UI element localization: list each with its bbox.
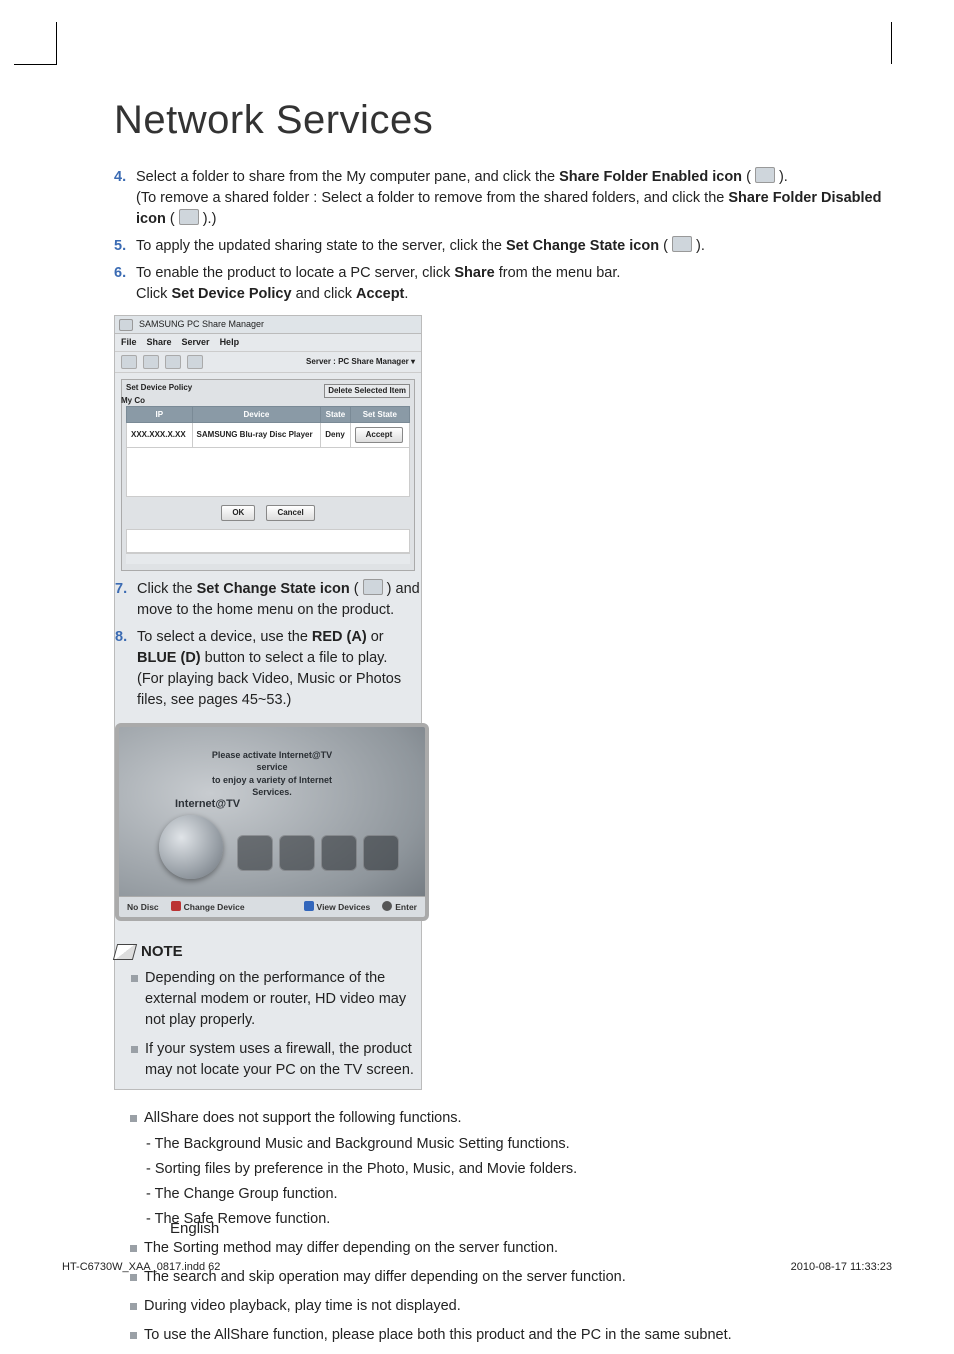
table-row[interactable]: XXX.XXX.X.XX SAMSUNG Blu-ray Disc Player… xyxy=(127,423,410,448)
sidebar-label: My Co xyxy=(121,395,145,407)
page-title: Network Services xyxy=(114,98,892,143)
menubar: File Share Server Help xyxy=(115,334,421,352)
pc-share-manager-screenshot: SAMSUNG PC Share Manager File Share Serv… xyxy=(114,315,422,1090)
accept-button[interactable]: Accept xyxy=(355,427,404,443)
action-bar: No Disc Change Device View Devices Enter xyxy=(119,896,425,917)
toolbar-icon[interactable] xyxy=(165,355,181,369)
toolbar-icon[interactable] xyxy=(121,355,137,369)
scrollbar[interactable] xyxy=(126,553,410,564)
server-label[interactable]: Server : PC Share Manager ▾ xyxy=(306,356,415,368)
share-enabled-icon xyxy=(755,167,775,183)
crop-mark xyxy=(14,22,57,65)
right-column: AllShare does not support the following … xyxy=(114,1108,892,1345)
note-item: During video playback, play time is not … xyxy=(130,1296,892,1317)
menu-file[interactable]: File xyxy=(121,336,137,349)
step-5: 5. To apply the updated sharing state to… xyxy=(114,236,892,257)
media-icon[interactable] xyxy=(363,835,399,871)
print-footer: HT-C6730W_XAA_0817.indd 62 2010-08-17 11… xyxy=(62,1261,892,1273)
dialog-title: Set Device Policy xyxy=(126,383,192,392)
left-column: 4. Select a folder to share from the My … xyxy=(114,167,892,1354)
toolbar-icon[interactable] xyxy=(143,355,159,369)
set-change-state-icon xyxy=(363,579,383,595)
media-icon[interactable] xyxy=(321,835,357,871)
manual-page: Network Services 4. Select a folder to s… xyxy=(0,0,954,1307)
share-disabled-icon xyxy=(179,209,199,225)
ok-button[interactable]: OK xyxy=(221,505,255,521)
disc-icon xyxy=(159,815,223,879)
hint-view-devices: View Devices xyxy=(317,902,371,912)
delete-selected-button[interactable]: Delete Selected Item xyxy=(324,384,410,398)
footer-file: HT-C6730W_XAA_0817.indd 62 xyxy=(62,1261,220,1273)
note-item: To use the AllShare function, please pla… xyxy=(130,1325,892,1346)
hint-enter: Enter xyxy=(395,902,417,912)
app-icon xyxy=(119,319,133,331)
status-no-disc: No Disc xyxy=(127,901,159,913)
hint-change-device: Change Device xyxy=(184,902,245,912)
step-7: 7. Click the Set Change State icon ( ) a… xyxy=(115,579,421,621)
cancel-button[interactable]: Cancel xyxy=(266,505,314,521)
note-item: AllShare does not support the following … xyxy=(130,1108,892,1229)
menu-help[interactable]: Help xyxy=(220,336,240,349)
menu-share[interactable]: Share xyxy=(147,336,172,349)
window-title: SAMSUNG PC Share Manager xyxy=(139,318,264,331)
step-6: 6. To enable the product to locate a PC … xyxy=(114,263,892,305)
media-icon[interactable] xyxy=(279,835,315,871)
tv-home-screenshot: Please activate Internet@TV service to e… xyxy=(115,723,429,921)
toolbar-icon[interactable] xyxy=(187,355,203,369)
menu-server[interactable]: Server xyxy=(182,336,210,349)
crop-mark xyxy=(891,22,892,64)
step-4: 4. Select a folder to share from the My … xyxy=(114,167,892,230)
footer-timestamp: 2010-08-17 11:33:23 xyxy=(791,1261,892,1273)
device-table: IP Device State Set State XXX.XXX.X.XX S… xyxy=(126,406,410,497)
media-icon[interactable] xyxy=(237,835,273,871)
internet-tv-label: Internet@TV xyxy=(175,797,240,813)
language-label: English xyxy=(170,1220,219,1237)
set-change-state-icon xyxy=(672,236,692,252)
note-item: Depending on the performance of the exte… xyxy=(131,968,421,1031)
note-icon xyxy=(113,944,137,960)
step-8: 8. To select a device, use the RED (A) o… xyxy=(115,627,421,711)
device-policy-dialog: Set Device Policy Delete Selected Item I… xyxy=(121,379,415,570)
note-item: If your system uses a firewall, the prod… xyxy=(131,1039,421,1081)
note-heading: NOTE xyxy=(115,941,421,963)
note-item: The Sorting method may differ depending … xyxy=(130,1238,892,1259)
